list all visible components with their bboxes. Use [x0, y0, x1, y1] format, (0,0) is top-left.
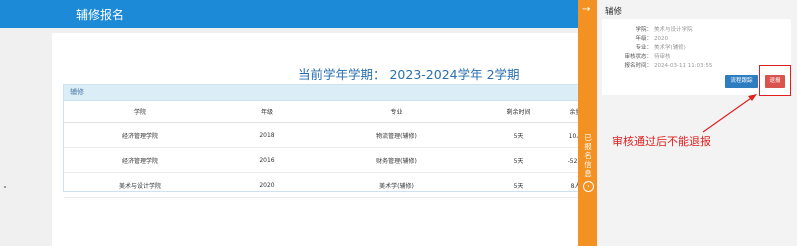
- minor-panel: 辅修 学院 年级 专业 剩余时间 余量 经济管理学院 2018 物流管理(辅修)…: [63, 84, 589, 198]
- table-row[interactable]: 经济管理学院 2016 财务管理(辅修) 5天 -52人: [64, 147, 589, 173]
- minor-table: 学院 年级 专业 剩余时间 余量 经济管理学院 2018 物流管理(辅修) 5天…: [64, 101, 589, 198]
- table-header-row: 学院 年级 专业 剩余时间 余量: [64, 101, 589, 123]
- page-title: 辅修报名: [76, 8, 125, 22]
- cell-remaining-time: 5天: [475, 147, 562, 173]
- cell-college: 经济管理学院: [64, 122, 216, 148]
- info-label: 年级：: [635, 36, 652, 42]
- info-row-grade: 年级： 2020: [602, 35, 791, 44]
- info-row-status: 审核状态： 待审核: [602, 53, 791, 62]
- info-value: 2024-03-11 11:03:55: [654, 63, 713, 69]
- chevron-circle-icon[interactable]: ›: [583, 181, 594, 192]
- column-header-college: 学院: [64, 101, 216, 123]
- top-header-bar: 辅修报名: [0, 0, 578, 28]
- info-value: 美术学(辅修): [654, 45, 686, 51]
- cell-major: 物流管理(辅修): [318, 122, 475, 148]
- cell-grade: 2020: [216, 172, 318, 198]
- cell-college: 经济管理学院: [64, 147, 216, 173]
- cell-grade: 2018: [216, 122, 318, 148]
- highlight-box: [759, 65, 791, 96]
- registered-info-sidebar[interactable]: [578, 0, 597, 246]
- table-row[interactable]: 经济管理学院 2018 物流管理(辅修) 5天 10人: [64, 122, 589, 148]
- stray-dot: [4, 186, 6, 188]
- registered-info-label[interactable]: 已报名信息: [583, 133, 593, 178]
- column-header-major: 专业: [318, 101, 475, 123]
- info-row-major: 专业： 美术学(辅修): [602, 44, 791, 53]
- info-label: 专业：: [635, 45, 652, 51]
- table-row[interactable]: 美术与设计学院 2020 美术学(辅修) 5天 8人: [64, 172, 589, 198]
- info-label: 审核状态：: [624, 54, 652, 60]
- track-flow-button[interactable]: 流程跟踪: [725, 75, 758, 88]
- arrow-right-icon[interactable]: →: [582, 4, 590, 15]
- cell-major: 美术学(辅修): [318, 172, 475, 198]
- annotation-text: 审核通过后不能退报: [612, 135, 711, 148]
- column-header-grade: 年级: [216, 101, 318, 123]
- info-value: 2020: [654, 36, 668, 42]
- cell-college: 美术与设计学院: [64, 172, 216, 198]
- column-header-remaining-time: 剩余时间: [475, 101, 562, 123]
- panel-title: 辅修: [64, 85, 579, 101]
- cell-remaining-time: 5天: [475, 122, 562, 148]
- info-value: 美术与设计学院: [654, 27, 693, 33]
- info-value: 待审核: [654, 54, 671, 60]
- info-row-college: 学院： 美术与设计学院: [602, 26, 791, 35]
- info-label: 报名时间：: [624, 63, 652, 69]
- info-label: 学院：: [635, 27, 652, 33]
- cell-remaining-time: 5天: [475, 172, 562, 198]
- cell-major: 财务管理(辅修): [318, 147, 475, 173]
- term-label: 当前学年学期： 2023-2024学年 2学期: [298, 67, 520, 82]
- cell-grade: 2016: [216, 147, 318, 173]
- detail-title: 辅修: [605, 7, 623, 17]
